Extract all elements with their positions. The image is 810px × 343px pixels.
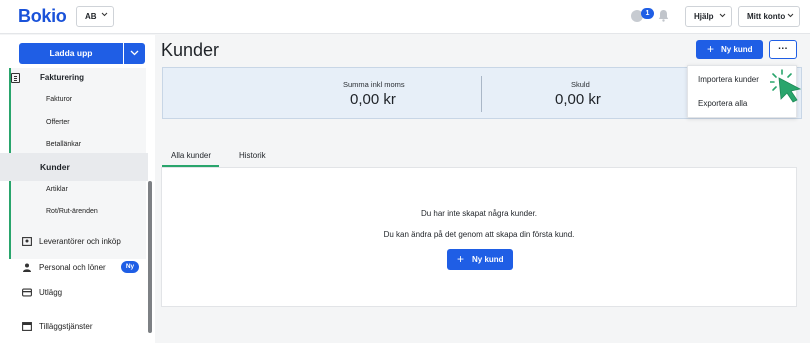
chevron-down-icon (130, 50, 139, 56)
empty-state-card: Du har inte skapat några kunder. Du kan … (161, 167, 797, 307)
upload-button[interactable]: Ladda upp (19, 43, 123, 64)
card-icon (22, 288, 32, 297)
new-customer-label: Ny kund (721, 45, 753, 54)
customer-tabs: Alla kunder Historik (161, 146, 797, 166)
more-options-button[interactable]: ... (769, 40, 797, 59)
sidebar-item-label: Personal och löner (39, 263, 106, 272)
chevron-down-icon (101, 12, 108, 17)
company-name: AB (85, 12, 97, 21)
sidebar-scrollbar[interactable] (148, 181, 152, 333)
summary-divider (481, 76, 482, 112)
empty-state-hint: Du kan ändra på det genom att skapa din … (383, 230, 575, 239)
debt-label: Skuld (571, 80, 590, 89)
create-customer-label: Ny kund (472, 255, 504, 264)
create-customer-button[interactable]: + Ny kund (447, 249, 513, 270)
company-selector[interactable]: AB (76, 6, 114, 27)
sidebar: Ladda upp Fakturering Fakturor Offerter … (0, 35, 155, 343)
services-icon (22, 322, 32, 331)
chevron-down-icon (719, 13, 726, 18)
new-customer-button[interactable]: + Ny kund (696, 40, 763, 59)
sidebar-group-title: Fakturering (40, 73, 85, 82)
debt-value: 0,00 kr (555, 91, 601, 108)
click-cursor-icon (769, 69, 804, 110)
bell-icon[interactable] (658, 9, 669, 27)
plus-icon: + (707, 42, 715, 56)
invoice-icon (11, 73, 20, 83)
menu-item-export-all[interactable]: Exportera alla (698, 99, 747, 108)
upload-options-button[interactable] (124, 43, 145, 64)
empty-state-message: Du har inte skapat några kunder. (420, 209, 538, 218)
sidebar-item-label: Leverantörer och inköp (39, 237, 121, 246)
sidebar-item-betallankar[interactable]: Betallänkar (46, 141, 81, 148)
menu-item-import-customers[interactable]: Importera kunder (698, 75, 759, 84)
help-button[interactable]: Hjälp (685, 6, 732, 27)
top-bar: Bokio AB 1 Hjälp Mitt konto (0, 0, 810, 34)
sidebar-item-label: Utlägg (39, 288, 63, 297)
notification-badge: 1 (641, 8, 654, 19)
account-label: Mitt konto (747, 12, 786, 21)
total-value: 0,00 kr (350, 91, 396, 108)
sidebar-item-rot-rut[interactable]: Rot/Rut-ärenden (46, 208, 98, 215)
plus-icon: + (457, 252, 465, 266)
tab-history[interactable]: Historik (239, 151, 266, 160)
tab-all-customers[interactable]: Alla kunder (171, 151, 211, 160)
sidebar-item-kunder[interactable]: Kunder (0, 153, 148, 181)
sidebar-item-label: Tilläggstjänster (39, 322, 93, 331)
new-badge: Ny (121, 261, 139, 273)
upload-split-button: Ladda upp (19, 43, 145, 64)
account-button[interactable]: Mitt konto (738, 6, 800, 27)
total-label: Summa inkl moms (343, 80, 405, 89)
chevron-down-icon (787, 13, 794, 18)
sidebar-item-label: Kunder (40, 162, 70, 172)
bokio-logo[interactable]: Bokio (18, 6, 67, 27)
sidebar-item-offerter[interactable]: Offerter (46, 119, 70, 126)
supplier-icon (22, 237, 32, 246)
help-label: Hjälp (694, 12, 714, 21)
page-title: Kunder (161, 40, 220, 60)
sidebar-item-artiklar[interactable]: Artiklar (46, 186, 68, 193)
sidebar-item-fakturor[interactable]: Fakturor (46, 96, 72, 103)
person-icon (23, 263, 31, 272)
